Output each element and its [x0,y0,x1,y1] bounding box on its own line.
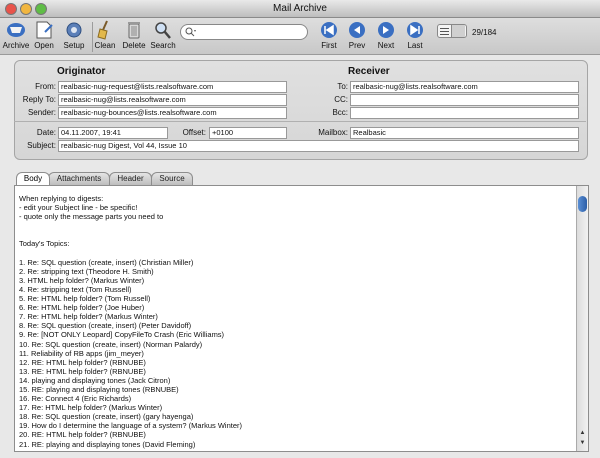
vertical-scrollbar[interactable]: ▲ ▼ [576,186,588,451]
grid-view-icon[interactable] [451,25,465,37]
originator-title: Originator [57,66,106,77]
subject-label: Subject: [27,141,56,150]
header-divider [14,121,586,122]
date-label: Date: [36,128,56,137]
right-arrow-icon [378,22,394,38]
open-icon [36,21,53,39]
mailbox-label: Mailbox: [318,128,348,137]
mailbox-field[interactable]: Realbasic [350,127,579,139]
scroll-up-arrow-icon[interactable]: ▲ [578,430,587,439]
date-field[interactable]: 04.11.2007, 19:41 [58,127,168,139]
from-label: From: [35,82,56,91]
from-field[interactable]: realbasic-nug-request@lists.realsoftware… [58,81,287,93]
replyto-label: Reply To: [22,95,56,104]
left-arrow-icon [349,22,365,38]
broom-icon [97,20,108,40]
window-title: Mail Archive [273,3,327,14]
bcc-field[interactable] [350,107,579,119]
search-icon [185,27,196,37]
cc-label: CC: [334,95,348,104]
tab-body[interactable]: Body [16,172,50,185]
message-body[interactable]: When replying to digests: - edit your Su… [14,185,589,452]
tab-header[interactable]: Header [109,172,152,185]
offset-label: Offset: [182,128,206,137]
scroll-down-arrow-icon[interactable]: ▼ [578,440,587,449]
search-button[interactable]: Search [147,20,179,50]
tab-attachments[interactable]: Attachments [48,172,110,185]
to-label: To: [337,82,348,91]
open-button[interactable]: Open [28,20,60,50]
offset-field[interactable]: +0100 [209,127,287,139]
subject-field[interactable]: realbasic-nug Digest, Vol 44, Issue 10 [58,140,579,152]
search-input[interactable] [199,26,303,38]
message-body-text[interactable]: When replying to digests: - edit your Su… [19,194,571,449]
sender-label: Sender: [27,108,56,117]
close-window-button[interactable] [5,3,17,15]
last-arrow-icon [407,22,423,38]
prev-button[interactable]: Prev [341,20,373,50]
gear-icon [66,22,82,38]
search-field[interactable] [180,24,308,40]
list-view-icon[interactable] [438,25,451,37]
clean-button[interactable]: Clean [89,20,121,50]
sender-field[interactable]: realbasic-nug-bounces@lists.realsoftware… [58,107,287,119]
next-button[interactable]: Next [370,20,402,50]
cc-field[interactable] [350,94,579,106]
last-button[interactable]: Last [399,20,431,50]
to-field[interactable]: realbasic-nug@lists.realsoftware.com [350,81,579,93]
title-bar: Mail Archive [0,0,600,18]
trash-icon [128,22,140,39]
delete-button[interactable]: Delete [118,20,150,50]
receiver-title: Receiver [348,66,390,77]
minimize-window-button[interactable] [20,3,32,15]
archive-icon [7,23,25,37]
replyto-field[interactable]: realbasic-nug@lists.realsoftware.com [58,94,287,106]
toolbar: Archive Open Setup Clean Delete Search F… [0,18,600,55]
setup-button[interactable]: Setup [58,20,90,50]
message-counter: 29/184 [472,28,497,37]
scroll-thumb[interactable] [578,196,587,212]
magnifier-icon [155,22,171,39]
bcc-label: Bcc: [332,108,348,117]
tab-source[interactable]: Source [151,172,193,185]
first-arrow-icon [321,22,337,38]
zoom-window-button[interactable] [35,3,47,15]
view-toggle[interactable] [437,24,467,38]
